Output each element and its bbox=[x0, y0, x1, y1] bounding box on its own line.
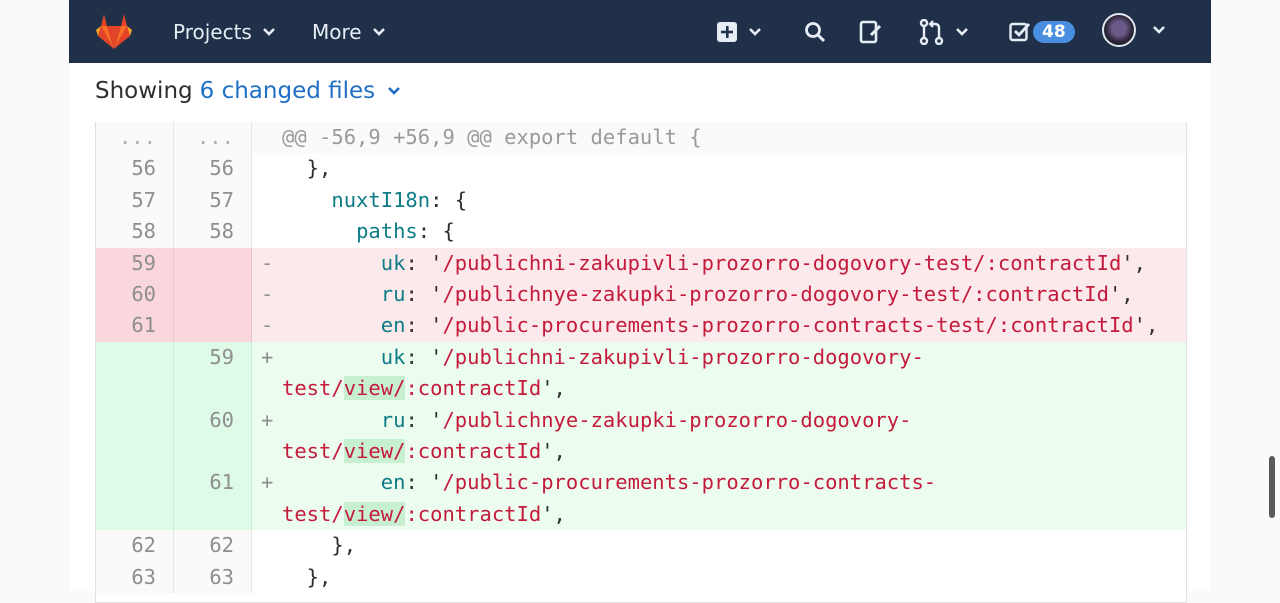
search-icon bbox=[805, 22, 826, 43]
diff-line-removed: 59 - uk: '/publichni-zakupivli-prozorro-… bbox=[96, 247, 1186, 279]
chevron-down-icon bbox=[1153, 26, 1165, 34]
line-content: + uk: '/publichni-zakupivli-prozorro-dog… bbox=[252, 341, 1186, 405]
line-content: - ru: '/publichnye-zakupki-prozorro-dogo… bbox=[252, 278, 1186, 311]
line-content: + ru: '/publichnye-zakupki-prozorro-dogo… bbox=[252, 404, 1186, 468]
projects-dropdown[interactable]: Projects bbox=[173, 19, 276, 45]
gitlab-logo[interactable] bbox=[94, 12, 134, 50]
changed-files-header: Showing 6 changed files bbox=[95, 78, 401, 104]
new-line-number[interactable] bbox=[174, 278, 252, 311]
chevron-down-icon[interactable] bbox=[387, 86, 401, 96]
line-content: - en: '/public-procurements-prozorro-con… bbox=[252, 310, 1186, 342]
merge-request-icon bbox=[919, 19, 944, 45]
user-menu-dropdown[interactable] bbox=[1102, 13, 1166, 47]
new-line-number[interactable] bbox=[174, 247, 252, 279]
diff-line-removed: 61 - en: '/public-procurements-prozorro-… bbox=[96, 310, 1186, 342]
avatar bbox=[1102, 13, 1136, 47]
todo-icon bbox=[1009, 22, 1031, 42]
diff-line-removed: 60 - ru: '/publichnye-zakupki-prozorro-d… bbox=[96, 278, 1186, 311]
line-content: - uk: '/publichni-zakupivli-prozorro-dog… bbox=[252, 247, 1186, 279]
new-line-number[interactable]: 56 bbox=[174, 153, 252, 185]
line-content: + en: '/public-procurements-prozorro-con… bbox=[252, 467, 1186, 531]
chevron-down-icon bbox=[956, 28, 968, 36]
new-line-number[interactable]: 61 bbox=[174, 467, 252, 531]
issues-icon bbox=[859, 20, 882, 44]
merge-requests-dropdown[interactable] bbox=[919, 16, 969, 48]
old-line-number[interactable] bbox=[96, 341, 174, 405]
diff-line-added: 59 + uk: '/publichni-zakupivli-prozorro-… bbox=[96, 341, 1186, 405]
diff-line-added: 60 + ru: '/publichnye-zakupki-prozorro-d… bbox=[96, 404, 1186, 468]
new-line-number[interactable]: 58 bbox=[174, 216, 252, 248]
chevron-down-icon bbox=[372, 28, 385, 36]
projects-label: Projects bbox=[173, 20, 252, 44]
new-line-number[interactable]: 59 bbox=[174, 341, 252, 405]
new-line-number[interactable]: 63 bbox=[174, 561, 252, 593]
diff-line: 56 56 }, bbox=[96, 153, 1186, 185]
hunk-header: @@ -56,9 +56,9 @@ export default { bbox=[252, 122, 1186, 154]
old-line-number[interactable]: 59 bbox=[96, 247, 174, 279]
old-line-number[interactable]: 63 bbox=[96, 561, 174, 593]
more-dropdown[interactable]: More bbox=[312, 19, 386, 45]
todos-button[interactable]: 48 bbox=[1009, 16, 1075, 48]
top-navbar: Projects More 48 bbox=[69, 0, 1211, 63]
showing-label: Showing bbox=[95, 78, 193, 104]
new-dropdown[interactable] bbox=[716, 16, 762, 48]
line-content: }, bbox=[282, 156, 332, 181]
old-line-number[interactable] bbox=[96, 404, 174, 468]
line-content: nuxtI18n: { bbox=[331, 187, 468, 212]
old-line-number[interactable]: 57 bbox=[96, 184, 174, 217]
line-content: }, bbox=[282, 533, 357, 558]
diff-line: 62 62 }, bbox=[96, 530, 1186, 562]
line-content: }, bbox=[282, 564, 332, 589]
more-label: More bbox=[312, 20, 362, 44]
old-line-number[interactable]: 56 bbox=[96, 153, 174, 185]
diff-line: 63 63 }, bbox=[96, 561, 1186, 593]
issues-button[interactable] bbox=[859, 16, 883, 48]
diff-line: 58 58 paths: { bbox=[96, 216, 1186, 248]
old-line-number[interactable] bbox=[96, 467, 174, 531]
hunk-header-row: ... ... @@ -56,9 +56,9 @@ export default… bbox=[96, 122, 1186, 154]
new-line-number[interactable]: 57 bbox=[174, 184, 252, 217]
new-line-number[interactable]: 62 bbox=[174, 530, 252, 562]
old-line-number[interactable]: 61 bbox=[96, 310, 174, 342]
old-line-number[interactable]: 58 bbox=[96, 216, 174, 248]
chevron-down-icon bbox=[749, 28, 761, 36]
todo-count-badge: 48 bbox=[1033, 21, 1075, 43]
diff-view: ... ... @@ -56,9 +56,9 @@ export default… bbox=[95, 122, 1187, 603]
old-line-number[interactable]: 62 bbox=[96, 530, 174, 562]
changed-files-link[interactable]: 6 changed files bbox=[200, 78, 376, 104]
new-line-number[interactable]: 60 bbox=[174, 404, 252, 468]
old-line-number[interactable]: 60 bbox=[96, 278, 174, 311]
diff-line: 57 57 nuxtI18n: { bbox=[96, 184, 1186, 217]
line-content: paths: { bbox=[356, 219, 455, 244]
plus-square-icon bbox=[717, 22, 737, 42]
page-scrollbar[interactable] bbox=[1269, 456, 1275, 518]
new-line-number[interactable] bbox=[174, 310, 252, 342]
chevron-down-icon bbox=[262, 28, 275, 36]
search-button[interactable] bbox=[804, 16, 826, 48]
diff-line-added: 61 + en: '/public-procurements-prozorro-… bbox=[96, 467, 1186, 531]
